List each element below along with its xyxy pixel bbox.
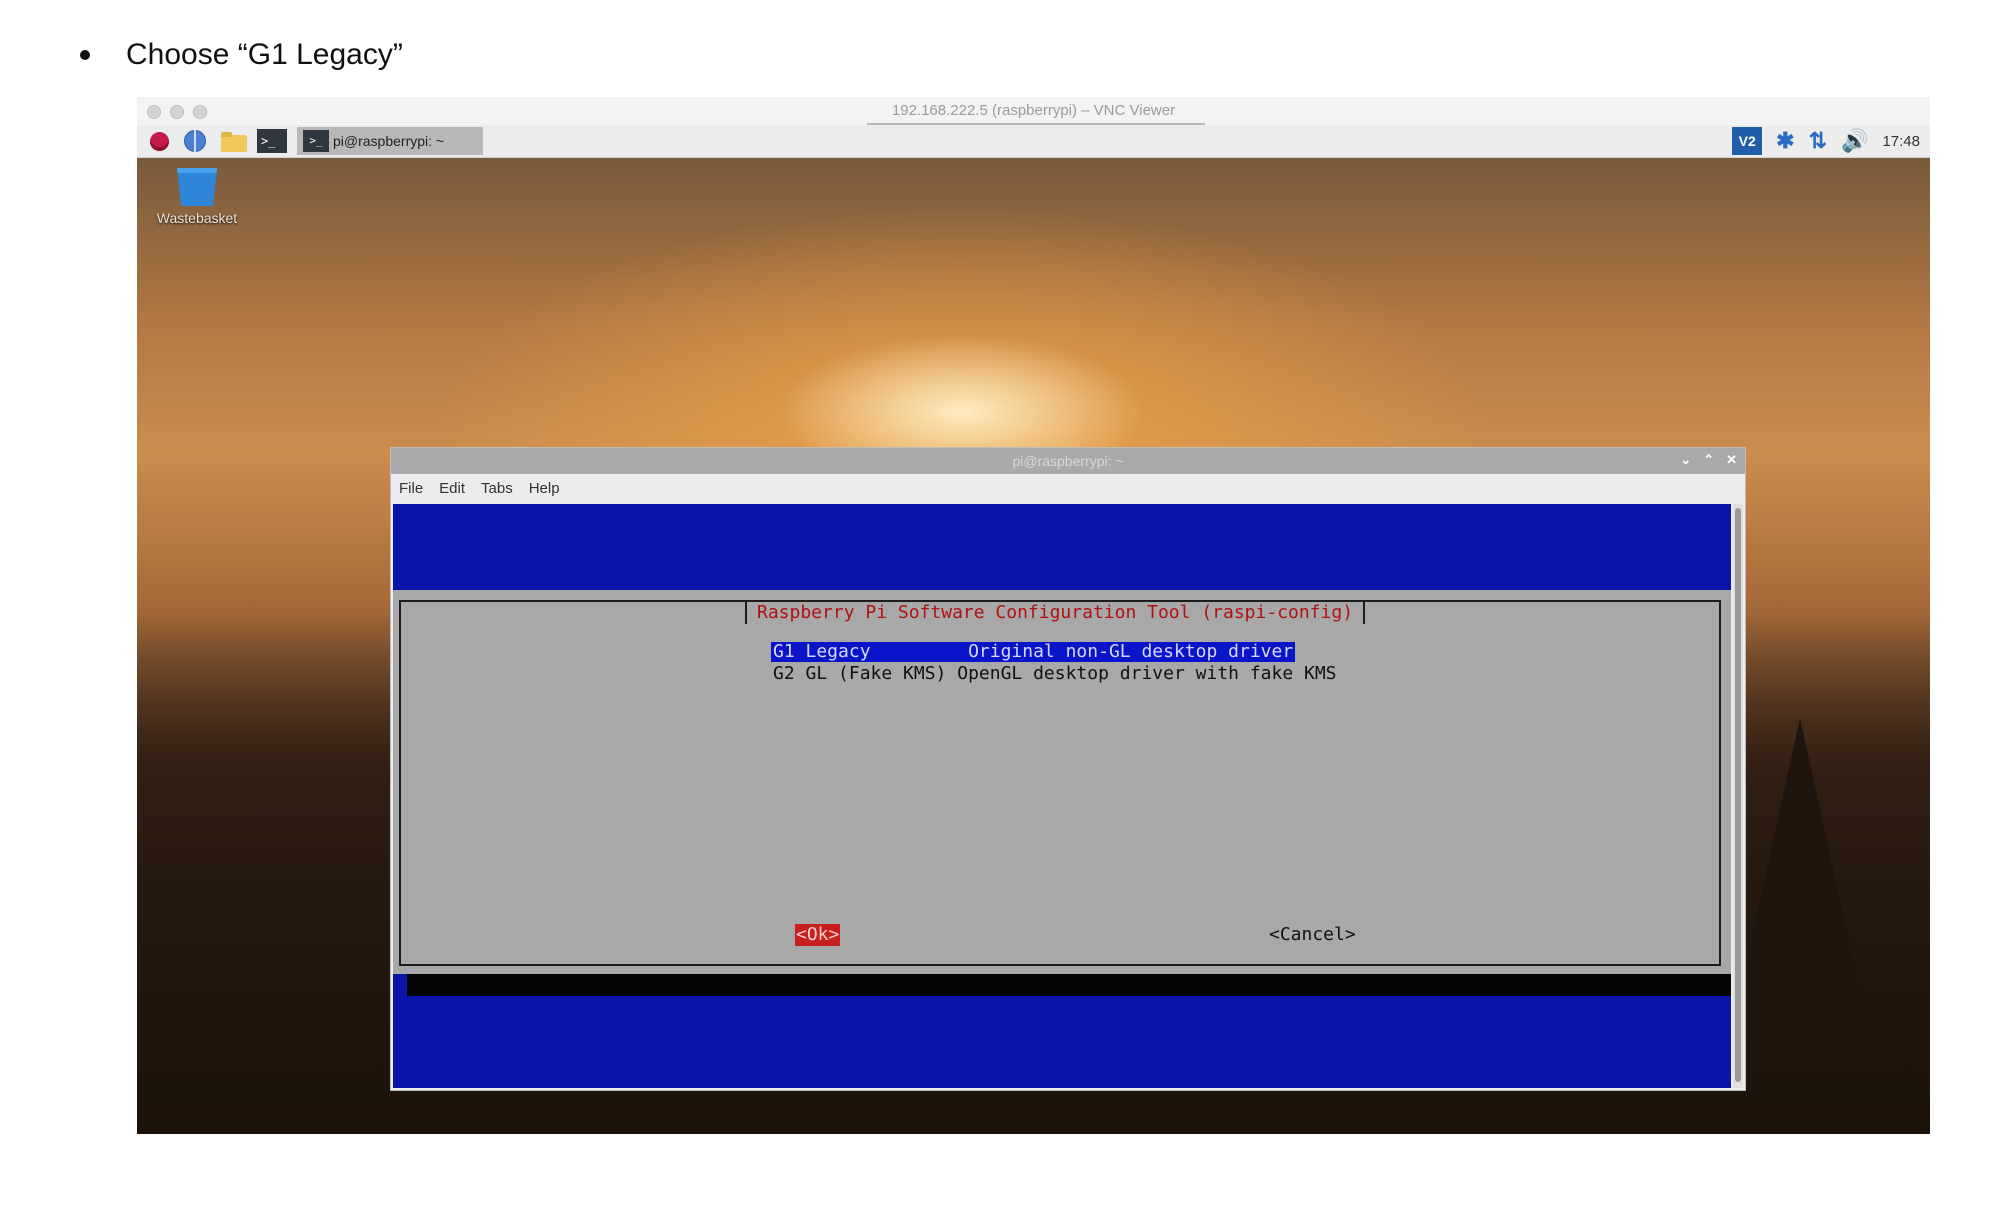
desktop: Wastebasket pi@raspberrypi: ~ ⌄ ⌃ ✕ File… <box>137 158 1930 1134</box>
maximize-icon[interactable]: ⌃ <box>1703 452 1714 468</box>
vnc-server-icon[interactable]: V2 <box>1732 127 1763 155</box>
scrollbar-thumb[interactable] <box>1735 508 1741 1082</box>
instruction-text: Choose “G1 Legacy” <box>126 38 403 71</box>
dialog-title: Raspberry Pi Software Configuration Tool… <box>745 602 1366 624</box>
raspberry-menu-icon[interactable] <box>147 129 173 153</box>
dialog-frame: Raspberry Pi Software Configuration Tool… <box>399 600 1721 966</box>
dialog-shadow <box>407 974 1731 996</box>
instruction-bullet: Choose “G1 Legacy” <box>80 38 403 72</box>
volume-icon[interactable]: 🔊 <box>1841 128 1868 154</box>
vnc-titlebar: 192.168.222.5 (raspberrypi) – VNC Viewer <box>137 97 1930 126</box>
terminal-window-controls: ⌄ ⌃ ✕ <box>1680 452 1737 468</box>
temple-silhouette-right <box>1730 718 1870 1038</box>
ok-button[interactable]: <Ok> <box>795 924 841 946</box>
terminal-menubar: File Edit Tabs Help <box>391 474 1745 502</box>
task-label: pi@raspberrypi: ~ <box>333 133 445 149</box>
wastebasket-desktop-item[interactable]: Wastebasket <box>151 168 243 226</box>
wastebasket-icon <box>177 168 217 206</box>
terminal-titlebar: pi@raspberrypi: ~ ⌄ ⌃ ✕ <box>391 448 1745 474</box>
menu-file[interactable]: File <box>399 480 423 497</box>
terminal-title: pi@raspberrypi: ~ <box>1012 453 1124 469</box>
menu-edit[interactable]: Edit <box>439 480 465 497</box>
menu-help[interactable]: Help <box>529 480 560 497</box>
vnc-viewer-window: 192.168.222.5 (raspberrypi) – VNC Viewer… <box>137 97 1930 1134</box>
clock[interactable]: 17:48 <box>1882 133 1920 150</box>
bluetooth-icon[interactable]: ✱ <box>1776 128 1794 154</box>
vnc-title: 192.168.222.5 (raspberrypi) – VNC Viewer <box>891 102 1176 119</box>
raspi-config-dialog: Raspberry Pi Software Configuration Tool… <box>393 590 1731 974</box>
close-icon[interactable]: ✕ <box>1726 452 1737 468</box>
pi-taskbar: >_ pi@raspberrypi: ~ V2 ✱ ⇅ 🔊 17:48 <box>137 125 1930 158</box>
network-icon[interactable]: ⇅ <box>1809 128 1827 154</box>
terminal-task-icon: >_ <box>303 130 329 152</box>
option-g1-legacy[interactable]: G1 Legacy Original non-GL desktop driver <box>771 642 1296 662</box>
taskbar-terminal-task[interactable]: >_ pi@raspberrypi: ~ <box>297 127 483 155</box>
minimize-icon[interactable]: ⌄ <box>1680 452 1691 468</box>
cancel-button[interactable]: <Cancel> <box>1269 924 1356 946</box>
terminal-launcher-icon[interactable] <box>257 129 287 153</box>
terminal-scrollbar[interactable] <box>1733 504 1743 1088</box>
bullet-dot <box>80 50 90 60</box>
wastebasket-label: Wastebasket <box>156 210 238 226</box>
terminal-window: pi@raspberrypi: ~ ⌄ ⌃ ✕ File Edit Tabs H… <box>390 447 1746 1091</box>
menu-tabs[interactable]: Tabs <box>481 480 513 497</box>
terminal-body[interactable]: Raspberry Pi Software Configuration Tool… <box>393 504 1731 1088</box>
option-g2-gl-fake-kms[interactable]: G2 GL (Fake KMS) OpenGL desktop driver w… <box>773 664 1337 684</box>
system-tray: V2 ✱ ⇅ 🔊 17:48 <box>1732 125 1920 157</box>
file-manager-icon[interactable] <box>221 129 247 153</box>
web-browser-icon[interactable] <box>183 129 209 153</box>
